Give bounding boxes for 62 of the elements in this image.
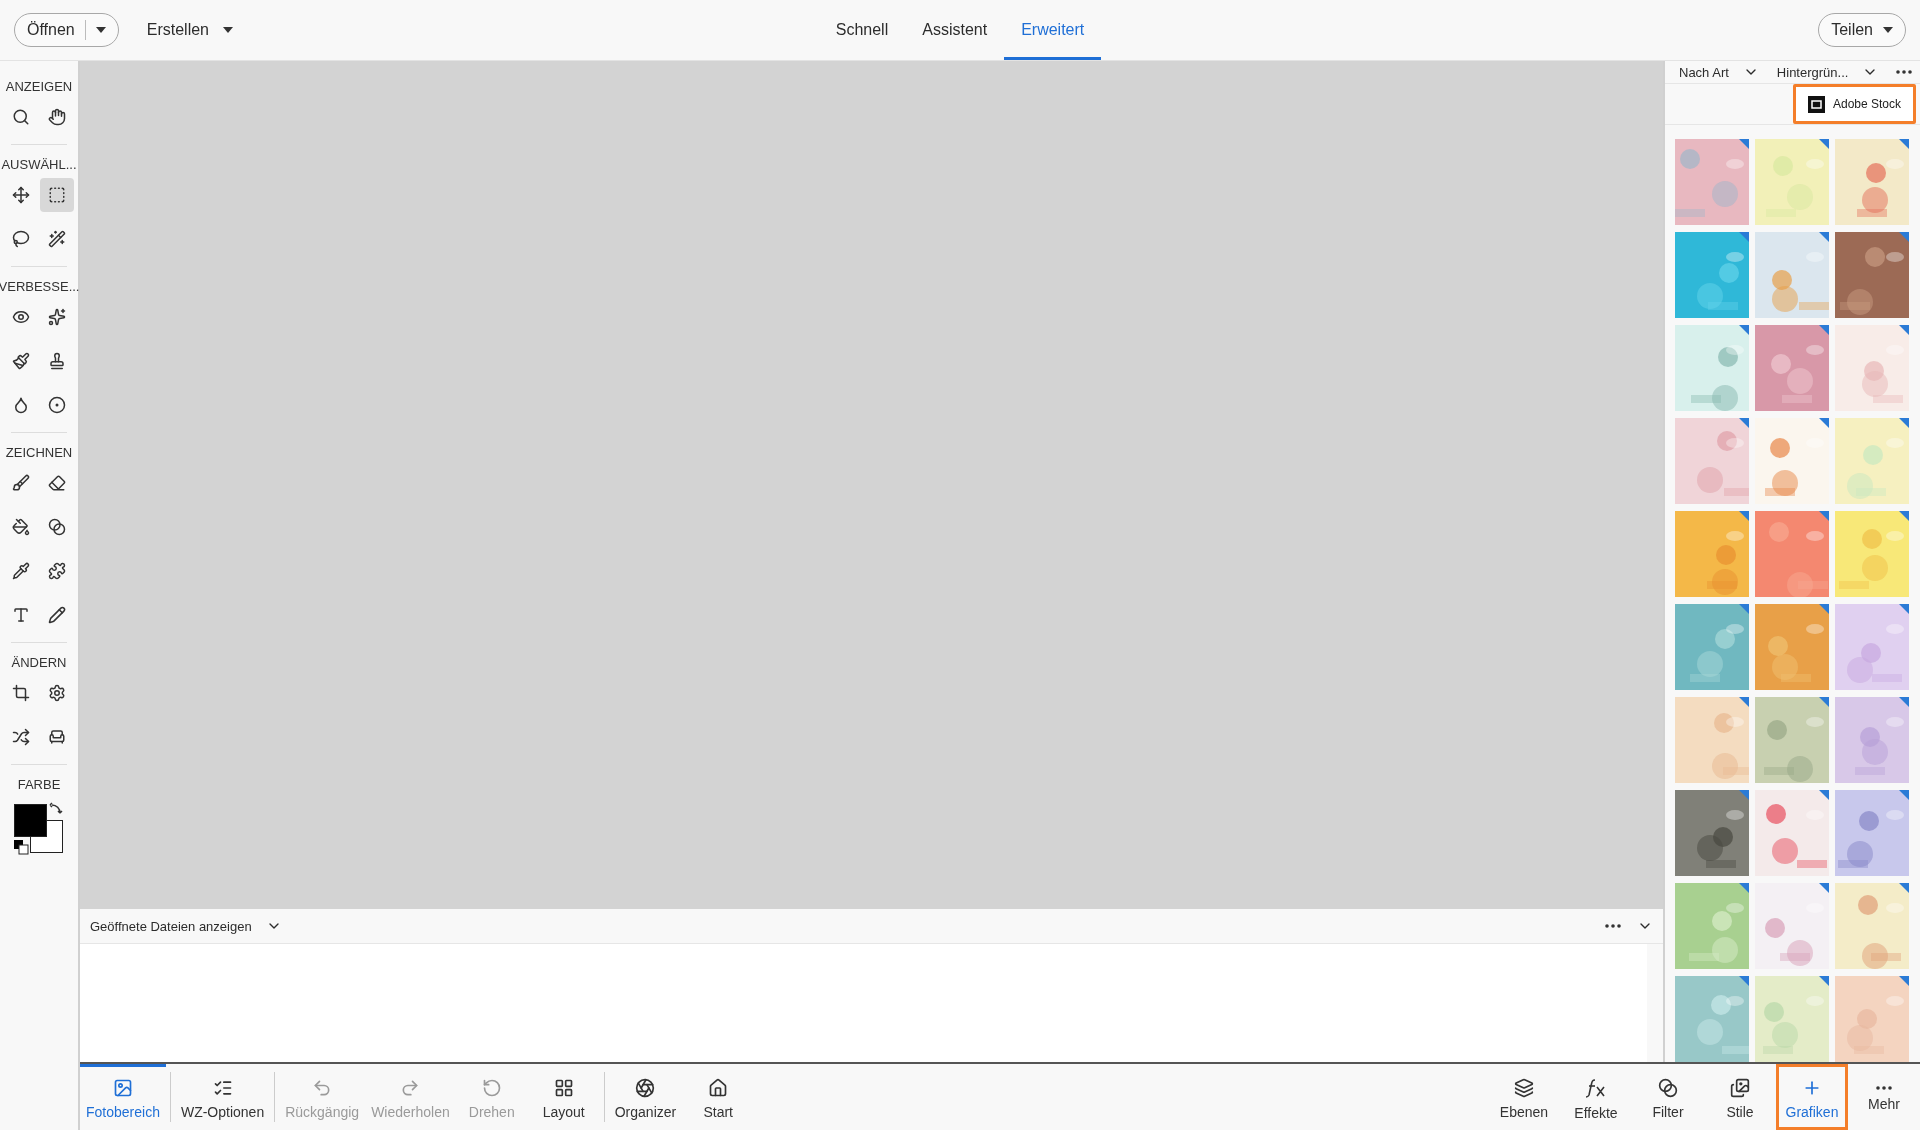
pencil-tool-icon (48, 606, 66, 624)
brush-tool-icon (12, 474, 30, 492)
crop-tool-icon (12, 684, 30, 702)
wand-tool-icon (48, 230, 66, 248)
move-tool-icon (12, 186, 30, 204)
eraser-tool-icon (48, 474, 66, 492)
adobe-stock-button[interactable]: Adobe Stock (1792, 84, 1916, 124)
styles-icon (1730, 1077, 1750, 1098)
bottom-bar-button[interactable]: Stile (1704, 1064, 1776, 1130)
filter-dropdown[interactable]: Nach Art (1679, 64, 1759, 80)
hand-tool-icon (48, 108, 66, 126)
armchair-tool-icon (48, 728, 66, 746)
stamp-tool-icon (48, 352, 66, 370)
marquee-tool-icon (48, 186, 66, 204)
rotate-icon (481, 1077, 502, 1098)
open-files-dropdown[interactable]: Geöffnete Dateien anzeigen (90, 918, 282, 934)
mode-tab[interactable]: Assistent (905, 0, 1005, 60)
bottom-bar-button[interactable]: Organizer (608, 1064, 683, 1130)
bottom-bar-button[interactable]: Fotobereich (80, 1064, 166, 1130)
bottom-bar-button[interactable]: Grafiken (1776, 1064, 1848, 1130)
more-icon[interactable] (1605, 924, 1621, 928)
tool-button[interactable] (40, 178, 74, 212)
share-button[interactable]: Teilen (1818, 13, 1906, 47)
redo-icon (400, 1077, 421, 1098)
bottom-bar-button[interactable]: Mehr (1848, 1064, 1920, 1130)
bottom-bar-button[interactable]: Layout (527, 1064, 600, 1130)
sparkle-brush-icon (48, 308, 66, 326)
mode-tab[interactable]: Schnell (818, 0, 906, 60)
bottom-bar-button[interactable]: WZ-Optionen (174, 1064, 271, 1130)
more-icon (1876, 1085, 1892, 1090)
layout-icon (553, 1077, 574, 1098)
filter-dropdown[interactable]: Hintergrün... (1776, 64, 1879, 80)
eye-tool-icon (12, 308, 30, 326)
lasso-tool-icon (12, 230, 30, 248)
bottom-bar-button[interactable]: Effekte (1560, 1064, 1632, 1130)
bottom-bar-button[interactable]: Start (682, 1064, 755, 1130)
layers-icon (1514, 1077, 1534, 1098)
filter-icon (1658, 1077, 1678, 1098)
tool-section-title: ÄNDERN (11, 655, 67, 670)
droplet-tool-icon (12, 396, 30, 414)
tool-section-title: ANZEIGEN (5, 79, 73, 94)
open-button[interactable]: Öffnen (14, 13, 119, 47)
paintbrush-tool-icon (12, 352, 30, 370)
zoom-tool-icon (12, 108, 30, 126)
caret-icon (1883, 27, 1893, 33)
tool-section-title: ZEICHNEN (5, 445, 73, 460)
fx-icon (1585, 1076, 1607, 1099)
caret-icon (95, 27, 106, 33)
tool-section-title: AUSWÄHL... (1, 157, 77, 172)
paint-bucket-icon (12, 518, 30, 536)
bottom-bar-button[interactable]: Filter (1632, 1064, 1704, 1130)
photo-bin-icon (112, 1077, 133, 1098)
home-icon (708, 1077, 729, 1098)
eyedropper-tool-icon (12, 562, 30, 580)
more-icon[interactable] (1896, 70, 1913, 74)
caret-icon (223, 27, 233, 33)
bottom-bar-button[interactable]: Ebenen (1488, 1064, 1560, 1130)
tool-section-title: FARBE (17, 777, 61, 792)
stock-logo-icon (1807, 95, 1825, 113)
type-tool-icon (12, 606, 30, 624)
color-swatches-drawing[interactable] (14, 802, 64, 856)
create-menu[interactable]: Erstellen (146, 21, 233, 39)
